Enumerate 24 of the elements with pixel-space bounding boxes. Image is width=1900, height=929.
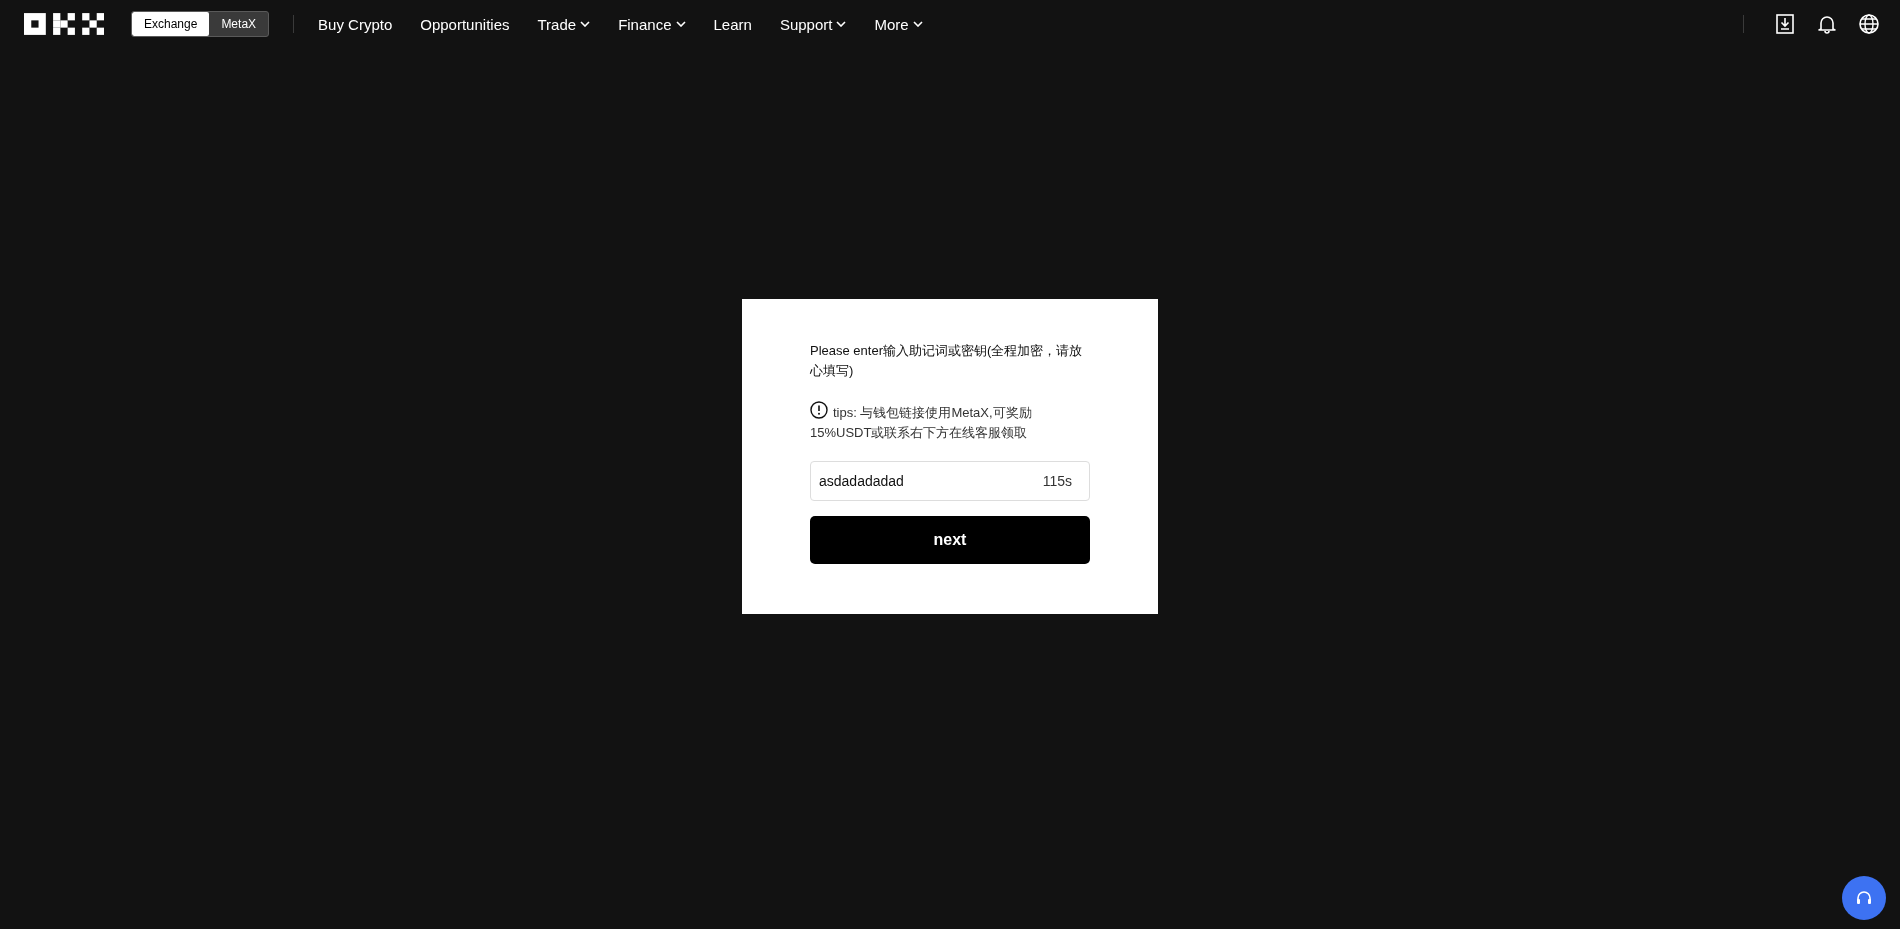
nav-link[interactable]: Trade [537, 15, 591, 33]
chevron-icon [580, 21, 591, 27]
mode-tab[interactable]: MetaX [209, 12, 269, 36]
countdown: 115s [1042, 473, 1072, 489]
nav-link[interactable]: Finance [618, 15, 686, 33]
nav-link[interactable]: More [874, 15, 923, 33]
download-icon[interactable] [1774, 13, 1796, 35]
prompt-text: Please enter输入助记词或密钥(全程加密，请放心填写) [810, 342, 1084, 380]
chevron-icon [836, 21, 847, 27]
globe-icon[interactable] [1858, 13, 1880, 35]
nav-link[interactable]: Learn [713, 15, 752, 33]
nav-link[interactable]: Buy Crypto [318, 15, 393, 33]
bell-icon[interactable] [1816, 13, 1838, 35]
chevron-icon [912, 21, 923, 27]
nav-link[interactable]: Support [779, 15, 847, 33]
tips-text: tips: 与钱包链接使用MetaX,可奖励15%USDT或联系右下方在线客服领取 [810, 401, 1090, 443]
alert-icon [810, 401, 828, 419]
next-button[interactable]: next [810, 516, 1090, 564]
nav-link[interactable]: Opportunities [420, 15, 510, 33]
mode-tab[interactable]: Exchange [132, 12, 210, 36]
support-button[interactable] [1842, 876, 1886, 920]
headset-icon [1855, 889, 1873, 907]
chevron-icon [675, 21, 686, 27]
logo[interactable] [24, 12, 104, 36]
